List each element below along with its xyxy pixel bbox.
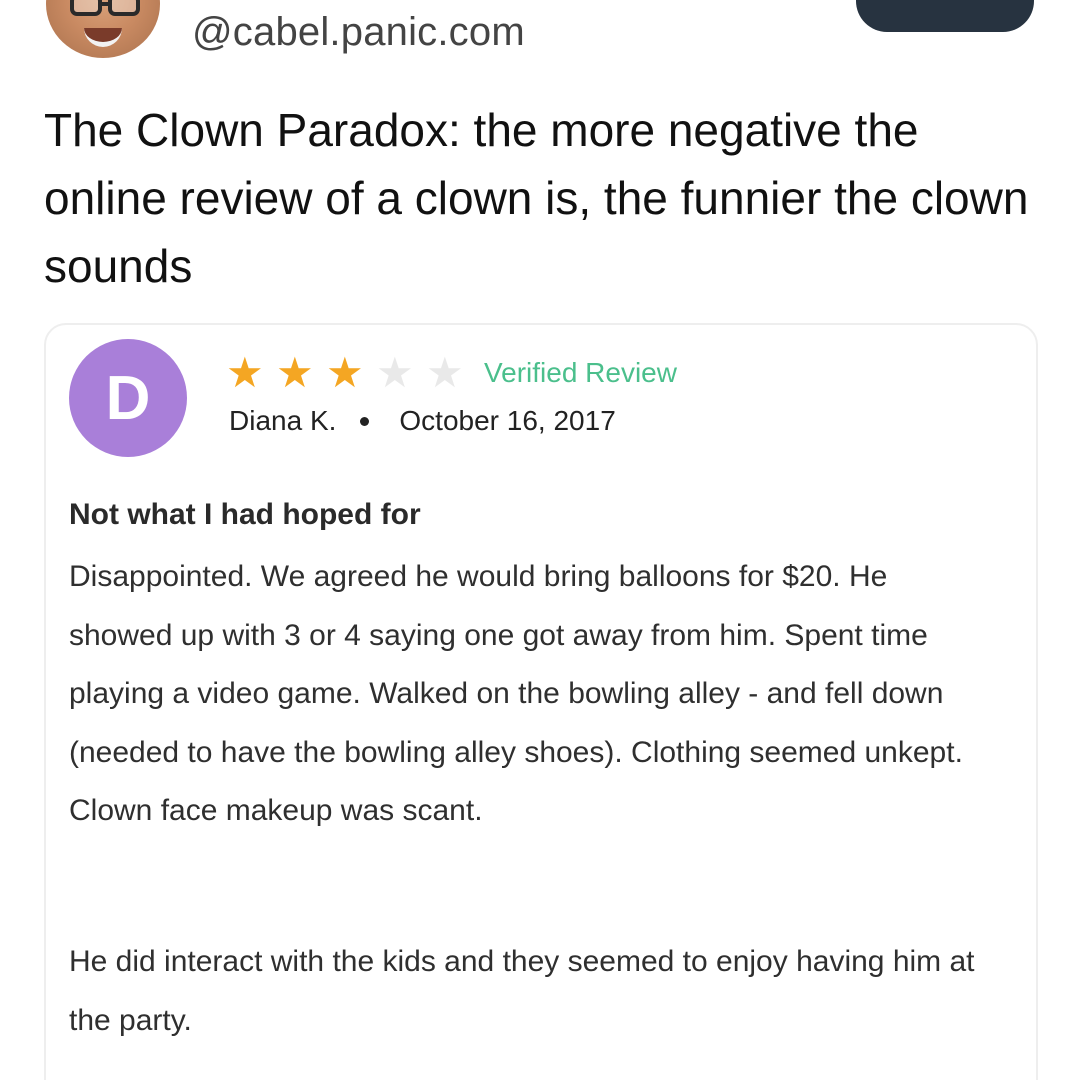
star-icon: ★ (376, 349, 414, 396)
review-body-paragraph-1: Disappointed. We agreed he would bring b… (69, 560, 963, 827)
verified-review-label: Verified Review (484, 357, 677, 388)
reviewer-avatar: D (69, 339, 187, 457)
profile-avatar[interactable] (46, 0, 160, 58)
review-date: October 16, 2017 (399, 405, 616, 436)
review-body-paragraph-2: He did interact with the kids and they s… (69, 945, 975, 1037)
review-title: Not what I had hoped for (69, 498, 421, 531)
follow-button[interactable] (856, 0, 1034, 32)
post-text: The Clown Paradox: the more negative the… (44, 104, 1029, 292)
smile (84, 28, 122, 47)
dot-icon (360, 416, 370, 426)
star-icon: ★ (426, 349, 464, 396)
user-handle[interactable]: @cabel.panic.com (192, 10, 525, 55)
glasses-left (70, 0, 102, 16)
reviewer-name: Diana K. (229, 405, 337, 436)
star-rating: ★ ★ ★ ★ ★ (226, 348, 476, 398)
star-icon: ★ (276, 349, 314, 396)
star-icon: ★ (326, 349, 364, 396)
review-meta: Diana K. October 16, 2017 (229, 405, 616, 437)
glasses-right (108, 0, 140, 16)
star-icon: ★ (226, 349, 264, 396)
